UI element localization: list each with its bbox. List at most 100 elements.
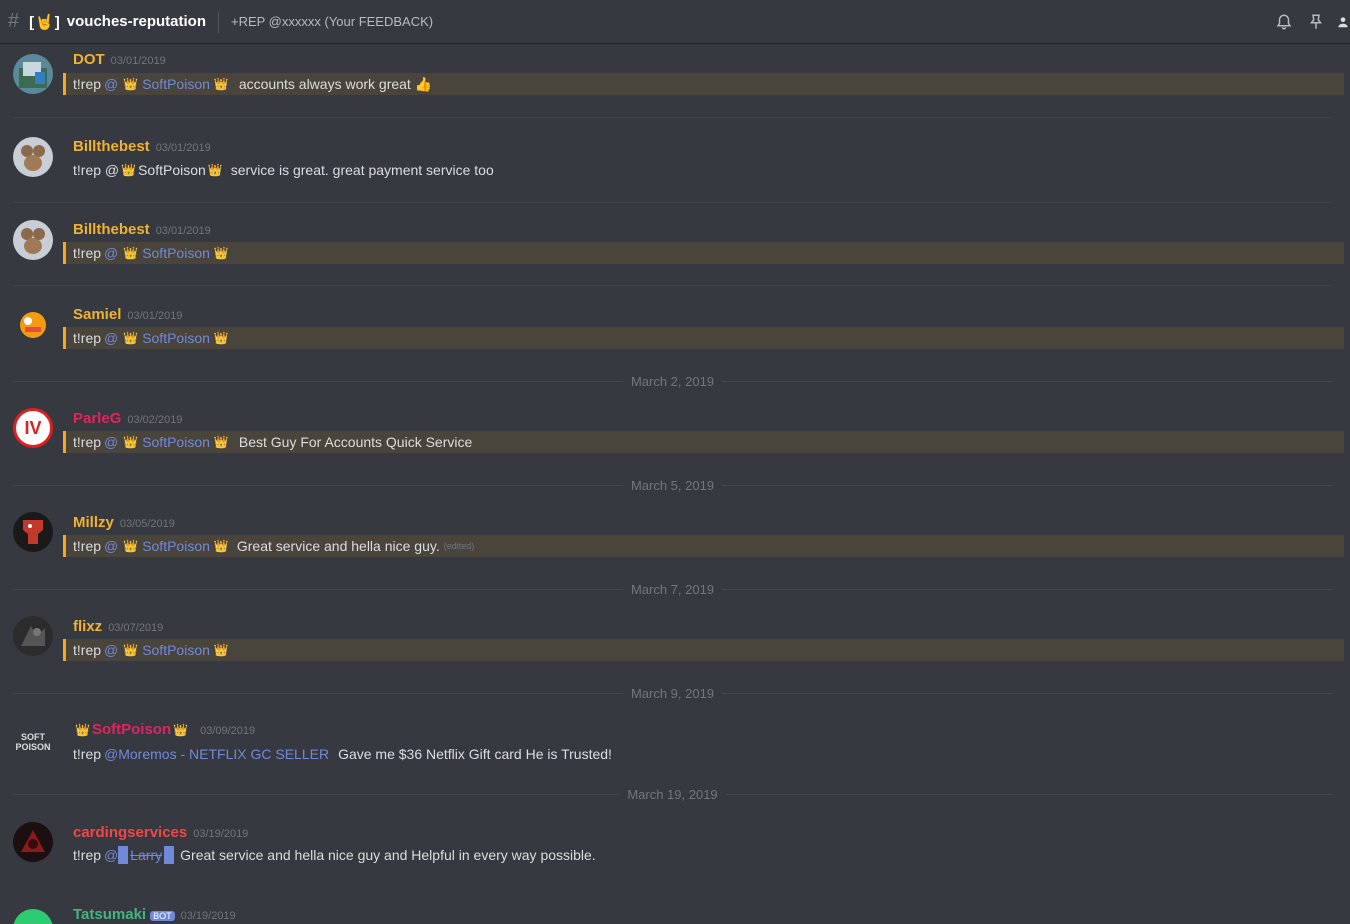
user-mention[interactable]: SoftPoison <box>142 330 210 346</box>
username[interactable]: flixz <box>73 618 102 635</box>
avatar[interactable]: SOFT POISON <box>13 722 53 762</box>
user-mention[interactable]: SoftPoison <box>142 538 210 554</box>
message-text: Great service and hella nice guy. <box>236 538 440 554</box>
date-divider: March 7, 2019 <box>13 582 1333 597</box>
crown-emoji: 👑 <box>123 435 139 449</box>
command-text: t!rep <box>73 330 102 346</box>
crown-emoji: 👑 <box>123 77 139 91</box>
message-content: t!rep @ 👑 SoftPoison 👑 <box>63 639 1344 661</box>
username[interactable]: cardingservices <box>73 824 187 841</box>
avatar[interactable] <box>13 512 53 552</box>
crown-emoji: 👑 <box>213 539 229 553</box>
header-toolbar <box>1264 0 1350 44</box>
members-icon[interactable] <box>1336 10 1350 34</box>
avatar[interactable] <box>13 909 53 924</box>
crown-emoji: 👑 <box>213 77 229 91</box>
timestamp: 03/07/2019 <box>108 622 164 634</box>
user-mention[interactable]: SoftPoison <box>142 76 210 92</box>
channel-topic[interactable]: +REP @xxxxxx (Your FEEDBACK) <box>231 14 433 29</box>
username[interactable]: Billthebest <box>73 138 150 155</box>
crown-emoji: 👑 <box>123 643 139 657</box>
header-divider <box>217 10 219 33</box>
message-text: Best Guy For Accounts Quick Service <box>238 434 473 450</box>
message-separator <box>13 285 1332 286</box>
message-text: service is great. great payment service … <box>230 162 494 178</box>
timestamp: 03/01/2019 <box>155 142 211 154</box>
username[interactable]: ParleG <box>73 410 121 427</box>
user-mention[interactable]: SoftPoison <box>138 162 206 178</box>
crown-emoji: 👑 <box>213 435 229 449</box>
crown-emoji: 👑 <box>123 539 139 553</box>
bell-icon[interactable] <box>1272 10 1296 34</box>
avatar[interactable] <box>13 54 53 94</box>
date-divider: March 9, 2019 <box>13 686 1333 701</box>
user-mention[interactable]: SoftPoison <box>142 245 210 261</box>
user-mention[interactable]: Larry <box>130 847 162 863</box>
mention-at[interactable]: @ <box>104 847 118 863</box>
avatar[interactable]: IV <box>13 408 53 448</box>
avatar[interactable] <box>13 616 53 656</box>
username[interactable]: Billthebest <box>73 221 150 238</box>
mention-at[interactable]: @ <box>104 330 118 346</box>
timestamp: 03/19/2019 <box>193 828 249 840</box>
message-text: Gave me $36 Netflix Gift card He is Trus… <box>338 746 612 762</box>
hash-icon: # <box>8 10 20 32</box>
mention-at[interactable]: @ <box>104 538 118 554</box>
command-text: t!rep <box>73 245 102 261</box>
command-text: t!rep <box>73 76 102 92</box>
message-content: t!rep @ 👑 SoftPoison 👑 <box>63 242 1344 264</box>
crown-emoji: 👑 <box>213 331 229 345</box>
command-text: t!rep <box>73 434 102 450</box>
avatar[interactable] <box>13 305 53 345</box>
timestamp: 03/09/2019 <box>200 725 256 737</box>
command-text: t!rep <box>73 847 102 863</box>
command-text: t!rep <box>73 642 102 658</box>
crown-emoji: 👑 <box>173 723 189 737</box>
timestamp: 03/01/2019 <box>110 55 166 67</box>
command-text: t!rep <box>73 746 102 762</box>
message-text: accounts always work great 👍 <box>238 75 433 92</box>
username[interactable]: SoftPoison <box>92 721 171 738</box>
channel-emoji: [🤘] <box>29 13 61 31</box>
message-content: t!rep @ 👑 SoftPoison 👑 service is great.… <box>63 159 1344 181</box>
timestamp: 03/02/2019 <box>127 414 183 426</box>
crown-emoji: 👑 <box>121 163 137 177</box>
timestamp: 03/01/2019 <box>127 310 183 322</box>
message-text: Great service and hella nice guy and Hel… <box>180 847 596 863</box>
channel-header: # [🤘] vouches-reputation +REP @xxxxxx (Y… <box>0 0 1350 44</box>
redacted-block <box>164 846 175 864</box>
crown-emoji: 👑 <box>213 246 229 260</box>
channel-name: vouches-reputation <box>66 13 206 30</box>
command-text: t!rep @ <box>73 162 120 178</box>
pin-icon[interactable] <box>1304 10 1328 34</box>
message-content: t!rep @ 👑 SoftPoison 👑 Best Guy For Acco… <box>63 431 1344 453</box>
username[interactable]: Millzy <box>73 514 114 531</box>
username[interactable]: Tatsumaki <box>73 906 146 923</box>
edited-label: (edited) <box>443 541 475 551</box>
avatar[interactable] <box>13 822 53 862</box>
command-text: t!rep <box>73 538 102 554</box>
mention-at[interactable]: @ <box>104 642 118 658</box>
crown-emoji: 👑 <box>207 163 223 177</box>
message-content: t!rep @ 👑 SoftPoison 👑 accounts always w… <box>63 73 1344 95</box>
message-content: t!rep @ 👑 SoftPoison 👑 <box>63 327 1344 349</box>
avatar[interactable] <box>13 220 53 260</box>
avatar[interactable] <box>13 137 53 177</box>
username[interactable]: DOT <box>73 51 105 68</box>
crown-emoji: 👑 <box>75 723 90 737</box>
message-content: t!rep @ 👑 SoftPoison 👑 Great service and… <box>63 535 1344 557</box>
mention-at[interactable]: @ <box>104 245 118 261</box>
user-mention[interactable]: @Moremos - NETFLIX GC SELLER <box>104 746 329 762</box>
message-list[interactable]: DOT 03/01/2019 t!rep @ 👑 SoftPoison 👑 ac… <box>0 44 1350 924</box>
date-divider: March 19, 2019 <box>13 787 1332 802</box>
timestamp: 03/05/2019 <box>119 518 175 530</box>
user-mention[interactable]: SoftPoison <box>142 434 210 450</box>
mention-at[interactable]: @ <box>104 434 118 450</box>
redacted-block <box>118 846 129 864</box>
message-content: t!rep @ Larry Great service and hella ni… <box>63 844 1344 866</box>
user-mention[interactable]: SoftPoison <box>142 642 210 658</box>
username[interactable]: Samiel <box>73 306 121 323</box>
mention-at[interactable]: @ <box>104 76 118 92</box>
timestamp: 03/19/2019 <box>180 910 236 922</box>
message-separator <box>13 202 1332 203</box>
